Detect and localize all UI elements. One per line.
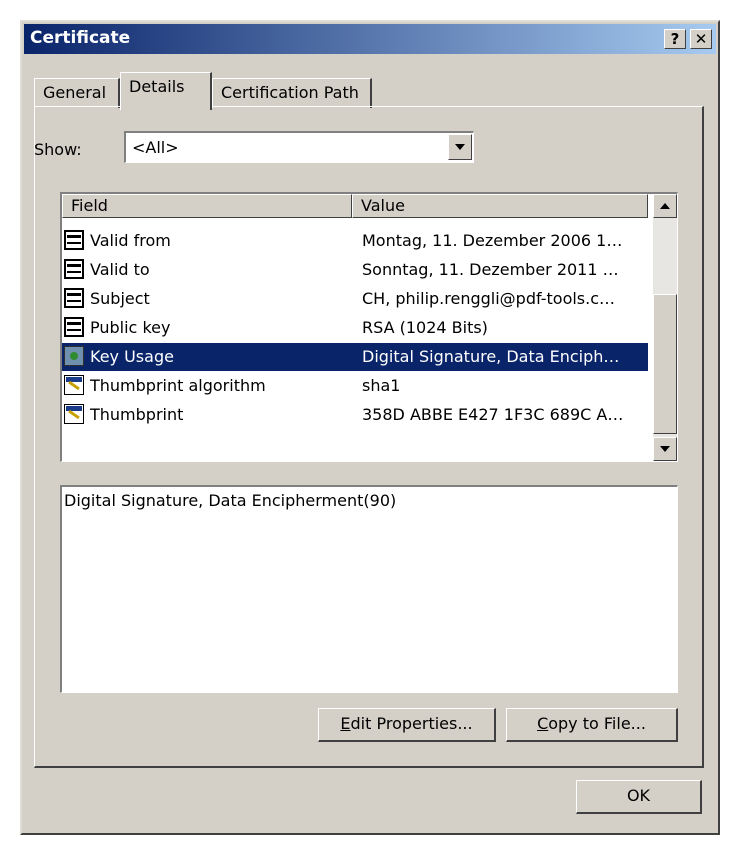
document-icon	[64, 288, 84, 308]
list-item[interactable]: Valid from Montag, 11. Dezember 2006 1…	[62, 227, 648, 255]
copy-mnemonic: C	[537, 714, 549, 733]
tab-details[interactable]: Details	[120, 72, 212, 110]
column-header-field[interactable]: Field	[62, 194, 352, 218]
row-value: RSA (1024 Bits)	[362, 318, 488, 337]
row-field: Thumbprint	[90, 405, 184, 424]
list-item[interactable]: Public key RSA (1024 Bits)	[62, 314, 648, 342]
chevron-down-icon	[455, 144, 465, 150]
scrollbar-thumb[interactable]	[653, 294, 677, 434]
document-icon	[64, 230, 84, 250]
close-button[interactable]: ✕	[690, 29, 712, 49]
key-usage-icon	[64, 346, 84, 366]
list-item[interactable]: Valid to Sonntag, 11. Dezember 2011 …	[62, 256, 648, 284]
edit-label-rest: dit Properties...	[350, 714, 473, 733]
document-icon	[64, 259, 84, 279]
row-value: Montag, 11. Dezember 2006 1…	[362, 231, 623, 250]
row-value: Sonntag, 11. Dezember 2011 …	[362, 260, 619, 279]
show-label: Show:	[34, 140, 82, 159]
copy-to-file-button[interactable]: Copy to File...	[506, 708, 678, 742]
row-field: Subject	[90, 289, 150, 308]
list-item[interactable]: Thumbprint algorithm sha1	[62, 372, 648, 400]
show-dropdown-value: <All>	[132, 138, 179, 157]
list-item-selected[interactable]: Key Usage Digital Signature, Data Enciph…	[62, 343, 648, 371]
list-item[interactable]: Subject CH, philip.renggli@pdf-tools.c…	[62, 285, 648, 313]
list-item[interactable]: Thumbprint 358D ABBE E427 1F3C 689C A…	[62, 401, 648, 429]
tab-general[interactable]: General	[34, 78, 120, 108]
row-field: Valid from	[90, 231, 171, 250]
row-field: Thumbprint algorithm	[90, 376, 266, 395]
copy-label-rest: opy to File...	[548, 714, 646, 733]
fields-list[interactable]: Field Value Valid from Montag, 11. Dezem…	[60, 192, 678, 462]
ok-button[interactable]: OK	[576, 780, 702, 814]
row-value: sha1	[362, 376, 401, 395]
field-detail-text[interactable]: Digital Signature, Data Encipherment(90)	[60, 485, 678, 693]
row-value: 358D ABBE E427 1F3C 689C A…	[362, 405, 624, 424]
row-field: Valid to	[90, 260, 150, 279]
edit-properties-button[interactable]: Edit Properties...	[318, 708, 496, 742]
help-button[interactable]: ?	[664, 29, 686, 49]
vertical-scrollbar[interactable]	[653, 194, 677, 461]
dropdown-arrow-button[interactable]	[448, 134, 472, 160]
show-dropdown[interactable]: <All>	[124, 131, 474, 163]
scroll-up-button[interactable]	[653, 194, 677, 218]
edit-mnemonic: E	[340, 714, 351, 733]
title-bar[interactable]: Certificate ? ✕	[24, 24, 716, 54]
dialog-title: Certificate	[30, 28, 131, 48]
row-value: Digital Signature, Data Enciph…	[362, 347, 620, 366]
chevron-up-icon	[660, 203, 670, 209]
column-header-value[interactable]: Value	[352, 194, 648, 218]
thumbprint-icon	[64, 404, 84, 424]
document-icon	[64, 317, 84, 337]
thumbprint-icon	[64, 375, 84, 395]
row-value: CH, philip.renggli@pdf-tools.c…	[362, 289, 616, 308]
row-field: Public key	[90, 318, 171, 337]
chevron-down-icon	[660, 446, 670, 452]
row-field: Key Usage	[90, 347, 174, 366]
scroll-down-button[interactable]	[653, 437, 677, 461]
tab-certification-path[interactable]: Certification Path	[212, 78, 372, 108]
